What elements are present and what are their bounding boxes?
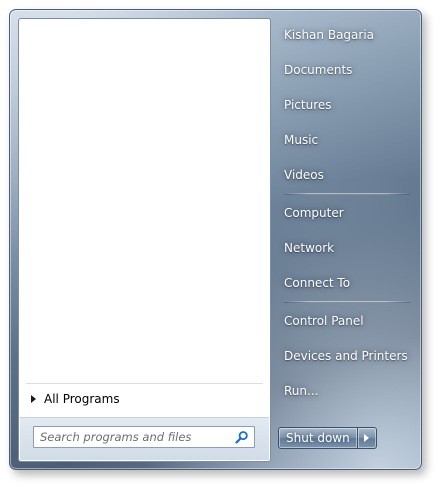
menu-separator [284,301,410,303]
triangle-right-icon [31,395,36,403]
search-input[interactable] [34,430,234,444]
shutdown-control: Shut down [278,427,377,449]
all-programs-separator [26,383,263,384]
menu-separator [284,193,410,195]
menu-item-label: Control Panel [284,314,364,328]
search-box[interactable] [33,426,255,448]
menu-item-label: Videos [284,168,324,182]
triangle-right-icon [364,434,370,442]
menu-item-run[interactable]: Run... [282,376,416,406]
all-programs-button[interactable]: All Programs [27,388,259,410]
menu-item-label: Kishan Bagaria [284,28,375,42]
menu-item-documents[interactable]: Documents [282,55,416,85]
programs-list [20,20,269,376]
search-icon[interactable] [234,429,250,445]
menu-item-label: Documents [284,63,353,77]
menu-item-devices-and-printers[interactable]: Devices and Printers [282,341,416,371]
menu-item-pictures[interactable]: Pictures [282,90,416,120]
menu-item-label: Music [284,133,319,147]
menu-item-user[interactable]: Kishan Bagaria [282,20,416,50]
menu-item-label: Computer [284,206,344,220]
menu-item-label: Pictures [284,98,332,112]
menu-item-control-panel[interactable]: Control Panel [282,306,416,336]
menu-item-label: Connect To [284,276,351,290]
menu-item-label: Devices and Printers [284,349,408,363]
menu-item-videos[interactable]: Videos [282,160,416,190]
menu-item-computer[interactable]: Computer [282,198,416,228]
menu-item-music[interactable]: Music [282,125,416,155]
menu-item-label: Run... [284,384,319,398]
left-pane: All Programs [18,18,271,462]
all-programs-label: All Programs [44,392,120,406]
start-menu: All Programs Kishan Bagaria Documents Pi… [9,9,422,470]
shutdown-button[interactable]: Shut down [278,427,358,449]
menu-item-label: Network [284,241,335,255]
menu-item-connect-to[interactable]: Connect To [282,268,416,298]
menu-item-network[interactable]: Network [282,233,416,263]
search-area [20,417,269,460]
right-pane: Kishan Bagaria Documents Pictures Music … [272,10,421,469]
shutdown-options-button[interactable] [356,427,377,449]
